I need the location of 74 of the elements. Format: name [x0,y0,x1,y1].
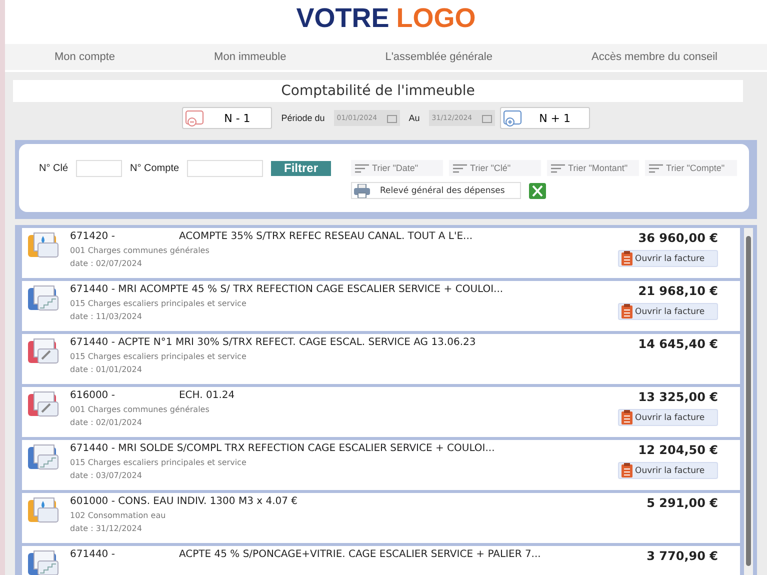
sort-button[interactable]: Trier "Clé" [449,160,542,176]
next-year-button[interactable]: N + 1 [500,107,590,129]
filter-button[interactable]: Filtrer [271,160,332,176]
sort-icon [355,164,370,172]
folder-minus-icon [185,109,206,127]
sort-icon [649,164,664,172]
folder-icon [26,231,60,259]
expense-title: 601000 - CONS. EAU INDIV. 1300 M3 x 4.07 € [70,496,298,507]
open-invoice-button[interactable]: Ouvrir la facture [618,250,718,267]
sort-icon [551,164,566,172]
expense-amount: 5 291,00 € [646,496,718,510]
folder-icon [26,337,60,365]
expense-title: 671440 - ACPTE N°1 MRI 30% S/TRX REFECT. CAGE ESCAL. SERVICE AG 13.06.23 [70,337,476,348]
page-title: Comptabilité de l'immeuble [13,80,743,102]
folder-plus-icon [502,109,523,127]
sort-icon [453,164,468,172]
account-label: N° Compte [130,162,180,174]
period-label: Période du [281,113,325,123]
expense-amount: 12 204,50 € [638,443,718,457]
expense-date: date : 03/07/2024 [70,471,143,480]
clipboard-icon [621,304,633,319]
printer-icon [354,184,370,198]
key-label: N° Clé [39,162,68,174]
charge-key: 102 Consommation eau [70,511,647,520]
open-invoice-button[interactable]: Ouvrir la facture [618,303,718,320]
clipboard-icon [621,410,633,425]
logo: VOTRE LOGO [296,2,476,34]
report-button[interactable]: Relevé général des dépenses [351,182,522,199]
charge-key: 001 Charges communes générales [70,246,618,255]
expense-amount: 36 960,00 € [638,231,718,245]
expense-title: ECH. 01.24 [178,390,235,401]
expense-date: date : 02/01/2024 [70,418,143,427]
open-invoice-button[interactable]: Ouvrir la facture [618,409,718,426]
sort-button[interactable]: Trier "Montant" [547,160,640,176]
folder-icon [26,390,60,418]
folder-icon [26,496,60,524]
calendar-icon [482,114,492,122]
expense-title: 671440 - MRI ACOMPTE 45 % S/ TRX REFECTION CAGE ESCALIER SERVICE + COULOI... [70,284,504,295]
sort-button[interactable]: Trier "Compte" [645,160,738,176]
clipboard-icon [621,251,633,266]
expense-date: date : 11/03/2024 [70,312,143,321]
expense-amount: 21 968,10 € [638,284,718,298]
account-input[interactable] [187,160,264,176]
nav-link[interactable]: L'assemblée générale [385,51,492,63]
folder-icon [26,443,60,471]
expense-amount: 14 645,40 € [638,337,718,351]
expense-title: 671440 - [70,549,115,560]
scrollbar-thumb[interactable] [746,236,751,566]
nav-link[interactable]: Mon compte [54,51,116,63]
charge-key: 001 Charges communes générales [70,405,618,414]
spreadsheet-icon[interactable] [529,182,546,198]
to-label: Au [408,113,420,123]
charge-key: 015 Charges escaliers principales et service [70,299,618,308]
charge-key: 015 Charges escaliers principales et service [70,458,618,467]
expense-amount: 3 770,90 € [646,549,718,563]
calendar-icon [386,114,397,122]
key-input[interactable] [76,160,122,176]
folder-icon [26,284,60,312]
expense-title: 671440 - MRI SOLDE S/COMPL TRX REFECTION CAGE ESCALIER SERVICE + COULOI... [70,443,495,454]
charge-key: 015 Charges escaliers principales et service [70,352,638,361]
nav-link[interactable]: Accès membre du conseil [592,51,718,63]
expense-date: date : 31/12/2024 [70,524,143,533]
expense-date: date : 01/01/2024 [70,365,143,374]
clipboard-icon [621,463,633,478]
open-invoice-button[interactable]: Ouvrir la facture [618,462,718,479]
sort-button[interactable]: Trier "Date" [351,160,444,176]
expense-amount: 13 325,00 € [638,390,718,404]
expense-date: date : 02/07/2024 [70,259,143,268]
expense-title: 671420 - [70,231,115,242]
expense-title: 616000 - [70,390,115,401]
expense-title: ACPTE 45 % S/PONCAGE+VITRIE. CAGE ESCALIER SERVICE + PALIER 7... [178,549,541,560]
expense-title: ACOMPTE 35% S/TRX REFEC RESEAU CANAL. TOUT A L'E... [178,231,473,242]
nav-link[interactable]: Mon immeuble [214,51,286,63]
previous-year-button[interactable]: N - 1 [182,107,272,129]
